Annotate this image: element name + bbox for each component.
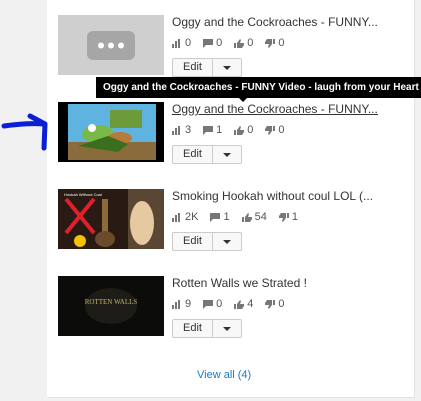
video-thumbnail[interactable] [58, 15, 164, 75]
video-thumbnail[interactable]: Hookah Without Coal [58, 189, 164, 249]
video-stats: 2K 1 54 1 [172, 211, 310, 223]
edit-control: Edit [172, 232, 242, 251]
edit-dropdown-button[interactable] [213, 233, 241, 250]
thumbs-down-icon [265, 38, 276, 48]
likes-stat: 54 [241, 211, 267, 223]
scroll-gutter [415, 0, 421, 401]
edit-dropdown-button[interactable] [213, 320, 241, 337]
views-stat: 9 [172, 298, 191, 310]
likes-stat: 0 [234, 37, 253, 49]
comment-icon [203, 125, 214, 135]
thumbs-up-icon [234, 38, 245, 48]
svg-text:Hookah Without Coal: Hookah Without Coal [64, 192, 102, 197]
comments-stat: 1 [210, 211, 230, 223]
more-icon [87, 31, 135, 60]
likes-stat: 0 [234, 124, 253, 136]
video-stats: 3 1 0 0 [172, 124, 297, 136]
dislikes-stat: 0 [265, 124, 285, 136]
thumbs-down-icon [265, 125, 276, 135]
edit-button[interactable]: Edit [173, 233, 213, 250]
dislikes-stat: 0 [265, 298, 285, 310]
video-item: Hookah Without Coal Smoking Hookah witho… [58, 189, 398, 259]
video-title[interactable]: Oggy and the Cockroaches - FUNNY... [172, 102, 378, 116]
edit-button[interactable]: Edit [173, 320, 213, 337]
rotten-walls-thumbnail-image: ROTTEN WALLS [58, 276, 164, 336]
edit-control: Edit [172, 319, 242, 338]
bar-chart-icon [172, 212, 180, 222]
dislikes-stat: 1 [278, 211, 298, 223]
dislikes-stat: 0 [265, 37, 285, 49]
views-stat: 2K [172, 211, 198, 223]
view-all-link[interactable]: View all (4) [197, 369, 251, 381]
thumbs-up-icon [234, 299, 245, 309]
edit-dropdown-button[interactable] [213, 146, 241, 163]
comment-icon [210, 212, 221, 222]
chevron-down-icon [223, 326, 231, 331]
thumbs-up-icon [241, 212, 252, 222]
bar-chart-icon [172, 299, 180, 309]
chevron-down-icon [223, 65, 231, 70]
video-title[interactable]: Smoking Hookah without coul LOL (... [172, 189, 373, 203]
video-title[interactable]: Rotten Walls we Strated ! [172, 276, 307, 290]
edit-button[interactable]: Edit [173, 59, 213, 76]
thumbs-up-icon [234, 125, 245, 135]
edit-control: Edit [172, 58, 242, 77]
hookah-thumbnail-image: Hookah Without Coal [58, 189, 164, 249]
likes-stat: 4 [234, 298, 253, 310]
edit-control: Edit [172, 145, 242, 164]
comments-stat: 1 [203, 124, 222, 136]
svg-text:ROTTEN WALLS: ROTTEN WALLS [85, 298, 138, 306]
comments-stat: 0 [203, 37, 222, 49]
video-title[interactable]: Oggy and the Cockroaches - FUNNY... [172, 15, 378, 29]
thumbs-down-icon [265, 299, 276, 309]
comment-icon [203, 38, 214, 48]
comment-icon [203, 299, 214, 309]
video-item: ROTTEN WALLS Rotten Walls we Strated ! 9… [58, 276, 398, 346]
title-tooltip: Oggy and the Cockroaches - FUNNY Video -… [96, 77, 421, 98]
comments-stat: 0 [203, 298, 222, 310]
video-stats: 9 0 4 0 [172, 298, 297, 310]
bar-chart-icon [172, 125, 180, 135]
edit-button[interactable]: Edit [173, 146, 213, 163]
views-stat: 0 [172, 37, 191, 49]
annotation-arrow-icon [1, 113, 48, 151]
cartoon-thumbnail-image [68, 104, 156, 160]
views-stat: 3 [172, 124, 191, 136]
video-item: Oggy and the Cockroaches - FUNNY... 3 1 … [58, 102, 398, 172]
thumbs-down-icon [278, 212, 289, 222]
video-thumbnail[interactable] [58, 102, 164, 162]
video-stats: 0 0 0 0 [172, 37, 297, 49]
video-thumbnail[interactable]: ROTTEN WALLS [58, 276, 164, 336]
video-item: Oggy and the Cockroaches - FUNNY... 0 0 … [58, 15, 398, 85]
bar-chart-icon [172, 38, 180, 48]
chevron-down-icon [223, 152, 231, 157]
edit-dropdown-button[interactable] [213, 59, 241, 76]
chevron-down-icon [223, 239, 231, 244]
